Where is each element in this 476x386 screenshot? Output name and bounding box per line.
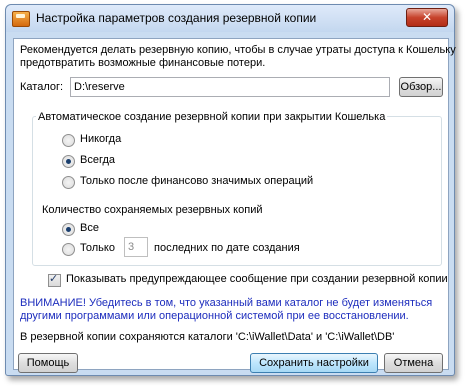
backup-settings-dialog: Настройка параметров создания резервной … [5,4,456,376]
show-warning-label[interactable]: Показывать предупреждающее сообщение при… [66,273,448,285]
intro-text-line-2: предотвратить возможные финансовые потер… [20,57,266,69]
radio-keep-only-label[interactable]: Только [80,242,115,254]
keep-count-suffix: последних по дате создания [154,242,300,254]
help-button[interactable]: Помощь [18,353,78,373]
warning-text-line-1: ВНИМАНИЕ! Убедитесь в том, что указанный… [20,297,433,309]
radio-only-financial-label[interactable]: Только после финансово значимых операций [80,175,313,187]
radio-keep-all-label[interactable]: Все [80,222,99,234]
dialog-title: Настройка параметров создания резервной … [36,11,317,25]
radio-always-label[interactable]: Всегда [80,154,115,166]
close-button[interactable]: ✕ [406,8,448,27]
cancel-button[interactable]: Отмена [384,353,443,373]
keep-count-input[interactable]: 3 [124,237,148,257]
keep-count-legend: Количество сохраняемых резервных копий [42,204,263,216]
radio-keep-only[interactable] [62,243,75,256]
title-bar[interactable]: Настройка параметров создания резервной … [6,5,454,32]
radio-keep-all[interactable] [62,223,75,236]
radio-never-label[interactable]: Никогда [80,133,121,145]
info-text: В резервной копии сохраняются каталоги '… [20,331,395,343]
radio-only-financial[interactable] [62,176,75,189]
browse-button[interactable]: Обзор... [399,77,443,97]
intro-text-line-1: Рекомендуется делать резервную копию, чт… [20,44,456,56]
dialog-content: Рекомендуется делать резервную копию, чт… [13,38,456,373]
radio-never[interactable] [62,134,75,147]
radio-always[interactable] [62,155,75,168]
show-warning-checkbox[interactable] [48,272,61,287]
save-settings-button[interactable]: Сохранить настройки [250,353,378,373]
warning-text-line-2: другими программами или операционной сис… [20,310,409,322]
catalog-label: Каталог: [20,81,64,93]
wallet-app-icon [12,11,30,27]
catalog-path-input[interactable]: D:\reserve [70,77,390,97]
auto-backup-legend: Автоматическое создание резервной копии … [36,111,388,123]
